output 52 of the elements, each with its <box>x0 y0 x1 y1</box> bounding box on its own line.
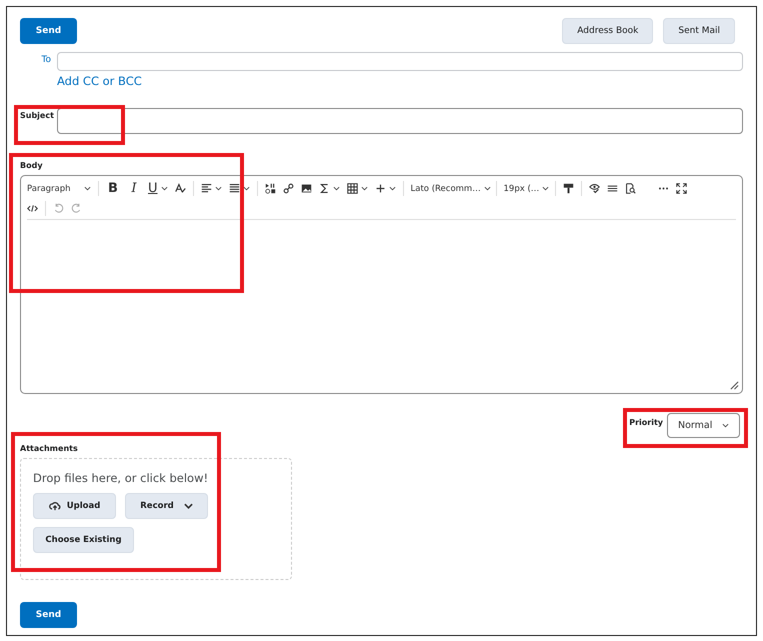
paragraph-dropdown[interactable]: Paragraph <box>27 184 91 194</box>
sigma-icon[interactable] <box>318 183 330 194</box>
upload-cloud-icon <box>48 501 61 511</box>
caret-icon <box>722 423 729 428</box>
drop-zone[interactable]: Drop files here, or click below! Upload Record Choose Existing <box>20 458 292 580</box>
font-dropdown[interactable]: Lato (Recomm… <box>410 184 489 194</box>
record-button[interactable]: Record <box>125 493 208 519</box>
bold-button[interactable]: B <box>106 181 120 196</box>
text-color-icon[interactable] <box>174 183 186 194</box>
caret-icon <box>184 503 193 509</box>
image-icon[interactable] <box>300 183 312 194</box>
plus-icon[interactable] <box>374 183 386 194</box>
priority-select[interactable]: Normal <box>667 413 740 438</box>
to-label: To <box>40 55 52 65</box>
send-button[interactable]: Send <box>20 602 77 628</box>
font-size-dropdown[interactable]: 19px (… <box>504 184 548 194</box>
subject-label: Subject <box>20 111 55 120</box>
underline-button[interactable]: U <box>148 181 168 196</box>
fullscreen-icon[interactable] <box>676 183 687 194</box>
subject-field[interactable] <box>57 108 743 134</box>
priority-label: Priority <box>629 418 663 427</box>
media-icon[interactable] <box>264 183 276 194</box>
caret-icon[interactable] <box>332 186 340 191</box>
eye-check-icon[interactable] <box>588 183 600 194</box>
drop-hint: Drop files here, or click below! <box>33 471 210 485</box>
caret-icon <box>84 186 91 191</box>
add-cc-bcc-link[interactable]: Add CC or BCC <box>57 74 142 88</box>
caret-icon <box>542 186 550 191</box>
caret-icon[interactable] <box>360 186 368 191</box>
caret-icon[interactable] <box>242 186 250 191</box>
table-icon[interactable] <box>346 183 358 194</box>
caret-icon <box>484 186 491 191</box>
paint-roller-icon[interactable] <box>562 183 574 194</box>
list-icon[interactable] <box>228 183 240 194</box>
caret-icon <box>160 186 168 191</box>
sent-mail-button[interactable]: Sent Mail <box>663 18 735 44</box>
preview-icon[interactable] <box>624 183 636 194</box>
address-book-button[interactable]: Address Book <box>562 18 654 44</box>
align-left-icon[interactable] <box>200 183 212 194</box>
to-field[interactable] <box>57 52 743 71</box>
italic-button[interactable]: I <box>127 181 141 196</box>
caret-icon[interactable] <box>214 186 222 191</box>
choose-existing-button[interactable]: Choose Existing <box>33 527 134 553</box>
caret-icon[interactable] <box>388 186 396 191</box>
source-code-icon[interactable] <box>27 203 38 214</box>
link-icon[interactable] <box>282 183 294 194</box>
horizontal-line-icon[interactable] <box>606 183 618 194</box>
resize-handle-icon[interactable] <box>730 381 739 390</box>
upload-button[interactable]: Upload <box>33 493 116 519</box>
send-button[interactable]: Send <box>20 18 77 44</box>
body-label: Body <box>20 161 44 170</box>
attachments-label: Attachments <box>20 444 79 453</box>
